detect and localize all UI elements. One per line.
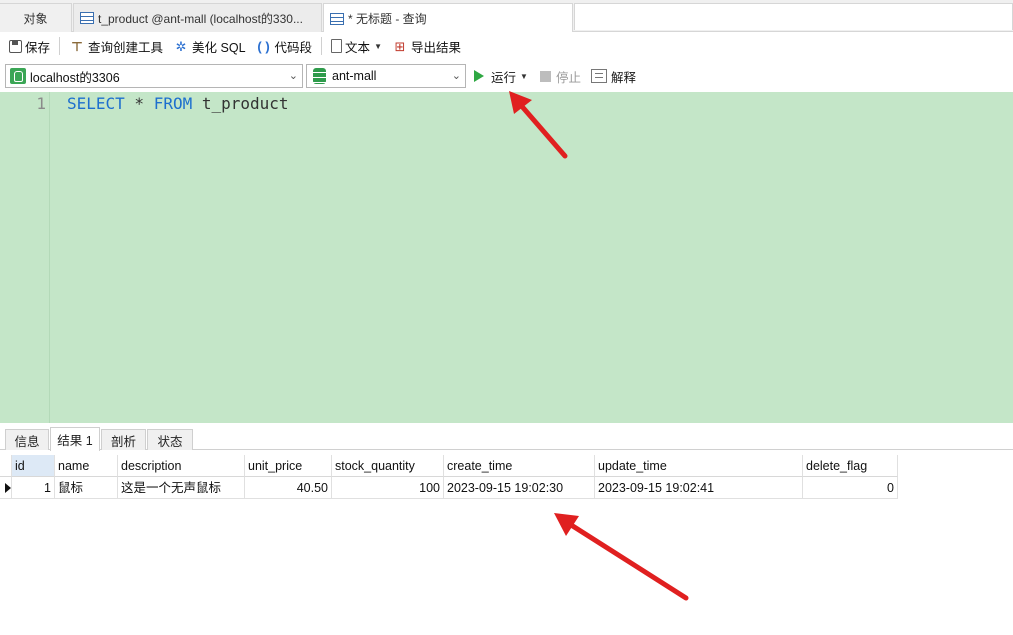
execution-controls: 运行 ▼ 停止 解释	[474, 64, 636, 88]
query-table-icon	[330, 12, 344, 25]
play-icon[interactable]	[474, 70, 484, 82]
toolbar-divider	[59, 37, 61, 55]
chevron-down-icon: ⌄	[288, 70, 298, 82]
dropdown-caret-icon: ▼	[374, 41, 382, 51]
result-tab-bar: 信息 结果 1 剖析 状态	[0, 426, 1013, 451]
hammer-icon: ⊤	[71, 38, 83, 54]
text-label: 文本	[345, 40, 371, 55]
tab-result-1-label: 结果 1	[57, 434, 93, 448]
document-icon	[331, 39, 343, 53]
explain-button[interactable]: 解释	[611, 67, 636, 86]
stop-button[interactable]: 停止	[556, 67, 581, 86]
text-button[interactable]: 文本 ▼	[328, 35, 385, 57]
code-snippet-label: 代码段	[274, 40, 313, 55]
export-results-button[interactable]: ⊞ 导出结果	[389, 35, 464, 57]
column-header-description[interactable]: description	[118, 455, 245, 477]
save-icon	[9, 39, 22, 53]
current-row-icon	[5, 483, 11, 493]
column-header-stock-quantity[interactable]: stock_quantity	[332, 455, 444, 477]
column-header-id[interactable]: id	[12, 455, 55, 477]
database-select[interactable]: ant-mall ⌄	[306, 64, 466, 88]
line-number-gutter: 1	[0, 92, 50, 423]
sql-keyword-select: SELECT	[67, 94, 125, 113]
stop-icon[interactable]	[539, 70, 551, 82]
cell-name[interactable]: 鼠标	[55, 477, 118, 499]
tab-objects[interactable]: 对象	[0, 3, 72, 32]
tab-info[interactable]: 信息	[5, 429, 49, 450]
tab-objects-label: 对象	[23, 11, 48, 26]
sql-table-name: t_product	[192, 94, 289, 113]
chevron-down-icon: ⌄	[451, 70, 461, 82]
magic-wand-icon: ✲	[175, 38, 187, 54]
column-header-name[interactable]: name	[55, 455, 118, 477]
code-snippet-button[interactable]: ( ) 代码段	[253, 35, 316, 57]
document-tab-bar: 对象 t_product @ant-mall (localhost的330...…	[0, 0, 1013, 33]
cell-update-time[interactable]: 2023-09-15 19:02:41	[595, 477, 803, 499]
cell-delete-flag[interactable]: 0	[803, 477, 898, 499]
cell-create-time[interactable]: 2023-09-15 19:02:30	[444, 477, 595, 499]
sql-editor[interactable]: 1 SELECT * FROM t_product	[0, 92, 1013, 423]
tab-status-label: 状态	[157, 434, 183, 449]
tab-t-product[interactable]: t_product @ant-mall (localhost的330...	[73, 3, 322, 32]
column-header-unit-price[interactable]: unit_price	[245, 455, 332, 477]
beautify-sql-label: 美化 SQL	[192, 40, 246, 55]
row-indicator[interactable]	[0, 477, 12, 499]
query-toolbar: 保存 ⊤ 查询创建工具 ✲ 美化 SQL ( ) 代码段 文本 ▼ ⊞ 导出结果	[0, 32, 1013, 60]
sql-star: *	[124, 94, 154, 113]
tab-untitled-query-label: * 无标题 - 查询	[348, 12, 427, 26]
connection-toolbar: localhost的3306 ⌄ ant-mall ⌄ 运行 ▼ 停止 解释	[0, 60, 1013, 92]
cell-unit-price[interactable]: 40.50	[245, 477, 332, 499]
run-dropdown-caret-icon[interactable]: ▼	[520, 72, 528, 81]
cell-stock-quantity[interactable]: 100	[332, 477, 444, 499]
export-results-label: 导出结果	[410, 40, 461, 55]
parentheses-icon: ( )	[257, 38, 270, 54]
run-button[interactable]: 运行	[491, 67, 516, 86]
table-icon	[80, 12, 94, 24]
save-label: 保存	[25, 40, 51, 55]
database-select-value: ant-mall	[332, 69, 377, 83]
cell-description[interactable]: 这是一个无声鼠标	[118, 477, 245, 499]
cell-id[interactable]: 1	[12, 477, 55, 499]
tab-untitled-query[interactable]: * 无标题 - 查询	[323, 3, 573, 33]
line-number: 1	[36, 94, 46, 113]
beautify-sql-button[interactable]: ✲ 美化 SQL	[170, 35, 249, 57]
row-header-corner	[0, 455, 12, 477]
sql-code-line[interactable]: SELECT * FROM t_product	[67, 94, 289, 113]
query-builder-button[interactable]: ⊤ 查询创建工具	[66, 35, 166, 57]
connection-select[interactable]: localhost的3306 ⌄	[5, 64, 303, 88]
tab-bar-empty-area	[574, 3, 1013, 30]
save-button[interactable]: 保存	[6, 35, 53, 57]
query-builder-label: 查询创建工具	[88, 40, 164, 55]
column-header-delete-flag[interactable]: delete_flag	[803, 455, 898, 477]
tab-profile-label: 剖析	[110, 434, 136, 449]
database-icon	[313, 68, 326, 84]
tab-t-product-label: t_product @ant-mall (localhost的330...	[98, 11, 303, 26]
toolbar-divider	[321, 37, 323, 55]
column-header-update-time[interactable]: update_time	[595, 455, 803, 477]
connection-select-value: localhost的3306	[30, 70, 120, 85]
tab-info-label: 信息	[14, 434, 40, 449]
tab-status[interactable]: 状态	[147, 429, 193, 450]
export-icon: ⊞	[394, 38, 406, 54]
mysql-connection-icon	[10, 68, 26, 84]
tab-result-1[interactable]: 结果 1	[50, 427, 100, 451]
tab-profile[interactable]: 剖析	[101, 429, 146, 450]
column-header-create-time[interactable]: create_time	[444, 455, 595, 477]
result-panel: 信息 结果 1 剖析 状态 id name description unit_p…	[0, 423, 1013, 635]
sql-keyword-from: FROM	[153, 94, 193, 113]
explain-icon[interactable]	[590, 69, 607, 83]
